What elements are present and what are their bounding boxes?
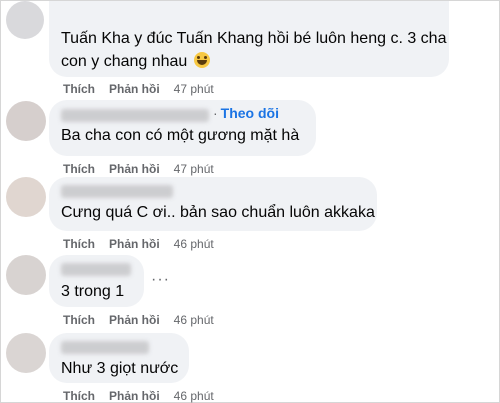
reply-button[interactable]: Phản hồi [109,237,160,251]
comment-text: Cưng quá C ơi.. bản sao chuẩn luôn akkak… [61,204,375,221]
reply-button[interactable]: Phản hồi [109,389,160,403]
avatar[interactable] [6,255,46,295]
comment-actions: Thích Phản hồi 47 phút [63,162,214,176]
comment-thread: Tuấn Kha y đúc Tuấn Khang hồi bé luôn he… [0,0,500,403]
commenter-name-redacted [61,263,131,276]
comment-text-line-2: con y chang nhau [61,51,210,73]
like-button[interactable]: Thích [63,82,95,96]
comment-text: Ba cha con có một gương mặt hà [61,127,300,144]
avatar[interactable] [6,177,46,217]
comment-actions: Thích Phản hồi 46 phút [63,313,214,327]
follow-link[interactable]: · Theo dõi [213,105,279,121]
comment-timestamp[interactable]: 47 phút [174,82,214,96]
commenter-name-redacted [61,109,209,122]
laughing-emoji-icon [193,52,210,68]
avatar[interactable] [6,333,46,373]
like-button[interactable]: Thích [63,389,95,403]
commenter-name-redacted [61,185,173,198]
comment-text: 3 trong 1 [61,283,125,300]
comment-timestamp[interactable]: 46 phút [174,389,214,403]
comment-actions: Thích Phản hồi 46 phút [63,237,214,251]
avatar[interactable] [6,1,44,39]
comment-timestamp[interactable]: 47 phút [174,162,214,176]
reply-button[interactable]: Phản hồi [109,162,160,176]
avatar[interactable] [6,101,46,141]
reply-button[interactable]: Phản hồi [109,82,160,96]
comment-timestamp[interactable]: 46 phút [174,313,214,327]
reply-button[interactable]: Phản hồi [109,313,160,327]
more-options-icon[interactable]: ··· [151,271,170,289]
comment-text: Tuấn Kha y đúc Tuấn Khang hồi bé luôn he… [61,30,447,47]
comment-actions: Thích Phản hồi 47 phút [63,82,214,96]
comment-text: Như 3 giọt nước [61,360,179,377]
like-button[interactable]: Thích [63,237,95,251]
like-button[interactable]: Thích [63,313,95,327]
like-button[interactable]: Thích [63,162,95,176]
follow-label: Theo dõi [220,105,279,121]
comment-timestamp[interactable]: 46 phút [174,237,214,251]
commenter-name-redacted [61,341,149,354]
comment-actions: Thích Phản hồi 46 phút [63,389,214,403]
